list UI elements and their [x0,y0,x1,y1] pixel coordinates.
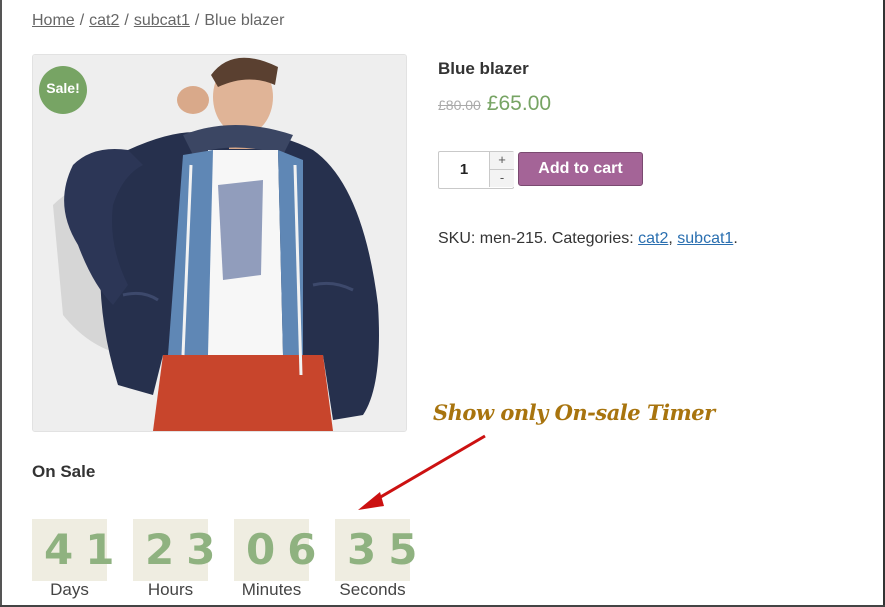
category-link-subcat1[interactable]: subcat1 [677,230,733,247]
breadcrumb-home-link[interactable]: Home [32,12,75,29]
breadcrumb-separator: / [124,12,129,29]
countdown-seconds-label: Seconds [339,580,406,599]
old-price: £80.00 [438,97,481,113]
countdown-hours-label: Hours [147,580,194,599]
countdown-minutes-value: 06 [234,519,316,581]
annotation-arrow-icon [358,434,486,510]
breadcrumb-separator: / [194,12,200,29]
sale-badge: Sale! [39,66,87,114]
quantity-increment-button[interactable]: + [489,152,514,170]
countdown-days-label: Days [50,580,89,599]
countdown-heading: On Sale [32,462,96,481]
breadcrumb-subcat-link[interactable]: subcat1 [134,12,190,29]
product-photo [33,55,406,431]
breadcrumb-separator: / [79,12,85,29]
breadcrumb-cat-link[interactable]: cat2 [89,12,119,29]
category-link-cat2[interactable]: cat2 [638,230,668,247]
categories-label: Categories: [551,230,634,247]
product-title: Blue blazer [438,59,529,78]
countdown-hours-value: 23 [133,519,215,581]
product-meta: SKU: men-215. Categories: cat2, subcat1. [438,230,738,247]
add-to-cart-button[interactable]: Add to cart [518,152,643,186]
countdown-days-value: 41 [32,519,114,581]
sku-value: men-215 [479,230,543,247]
breadcrumb: Home / cat2/subcat1/Blue blazer [32,12,284,30]
countdown-minutes-label: Minutes [241,580,302,599]
countdown-seconds-value: 35 [335,519,417,581]
window-border-left [0,0,2,607]
quantity-decrement-button[interactable]: - [489,170,514,187]
quantity-input[interactable]: 1 [439,152,489,188]
product-image[interactable] [32,54,407,432]
sale-price: £65.00 [486,92,552,115]
quantity-stepper[interactable]: 1 + - [438,151,514,189]
sku-label: SKU: [438,230,476,247]
product-price: £80.00 £65.00 [438,92,551,116]
breadcrumb-current: Blue blazer [204,12,285,29]
annotation-callout: Show only On-sale Timer [433,400,715,425]
